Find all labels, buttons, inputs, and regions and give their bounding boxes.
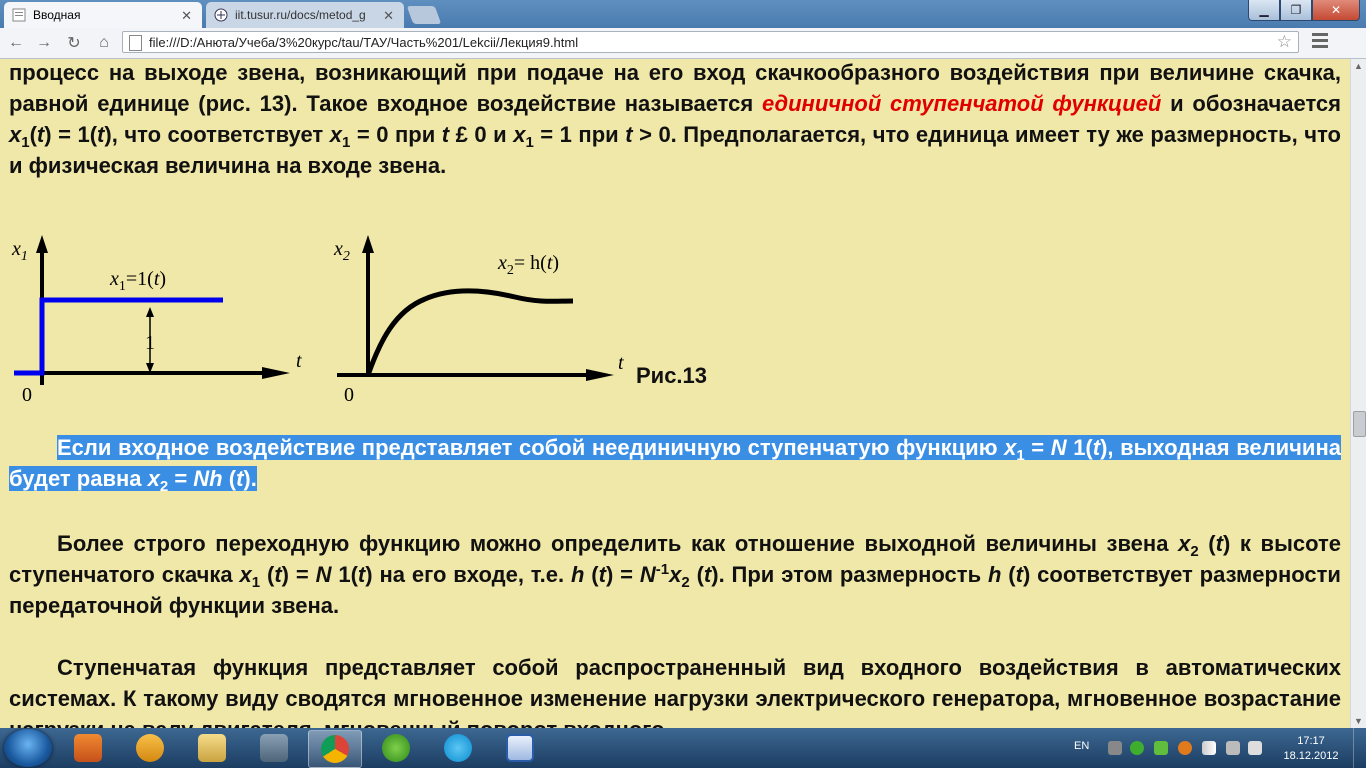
menu-icon[interactable] — [1312, 33, 1328, 51]
figure-13: x1 x1=1(t) 1 0 t x2 x2= h(t) 0 t Рис.13 — [11, 235, 707, 406]
window-controls: ▁ ❐ ✕ — [1248, 0, 1360, 21]
close-tab-icon[interactable]: ✕ — [181, 8, 192, 24]
taskbar-utorrent[interactable] — [370, 730, 422, 766]
tab-label: Вводная — [33, 8, 81, 22]
tray-utorrent-icon[interactable] — [1130, 741, 1144, 755]
taskbar-chrome[interactable] — [308, 730, 362, 768]
network-icon[interactable] — [1202, 741, 1216, 755]
g2-x-arrow — [586, 369, 614, 381]
clock[interactable]: 17:17 18.12.2012 — [1276, 734, 1346, 764]
paragraph-intro: процесс на выходе звена, возникающий при… — [9, 60, 1341, 178]
utorrent-icon — [382, 734, 410, 762]
start-orb-icon[interactable] — [4, 729, 52, 767]
g1-y-arrow — [36, 235, 48, 253]
unit-step-line — [14, 297, 223, 376]
vlc-icon — [136, 734, 164, 762]
scroll-thumb[interactable] — [1353, 411, 1366, 437]
minimize-button[interactable]: ▁ — [1248, 0, 1280, 21]
address-bar[interactable]: file:///D:/Анюта/Учеба/3%20курс/tau/ТАУ/… — [122, 31, 1299, 53]
taskbar-media-player[interactable] — [62, 730, 114, 766]
browser-toolbar: ← → ↻ ⌂ file:///D:/Анюта/Учеба/3%20курс/… — [0, 28, 1366, 59]
taskbar-explorer[interactable] — [186, 730, 238, 766]
tab-inactive[interactable]: iit.tusur.ru/docs/metod_g ✕ — [206, 2, 404, 28]
g1-y-label: x1 — [11, 238, 28, 264]
media-player-icon — [74, 734, 102, 762]
window-title-bar: Вводная ✕ iit.tusur.ru/docs/metod_g ✕ ▁ … — [0, 0, 1366, 28]
figure-caption: Рис.13 — [636, 363, 707, 388]
scroll-up-icon[interactable]: ▲ — [1354, 61, 1363, 71]
show-desktop-button[interactable] — [1353, 728, 1366, 768]
chrome-icon — [321, 735, 349, 763]
g2-y-label: x2 — [333, 238, 350, 264]
paragraph-highlighted: Если входное воздействие представляет со… — [9, 432, 1341, 494]
tab-label: iit.tusur.ru/docs/metod_g — [235, 8, 366, 22]
g1-x-label: t — [296, 350, 302, 372]
paragraph-definition: Более строго переходную функцию можно оп… — [9, 531, 1341, 618]
g2-origin: 0 — [344, 384, 354, 406]
home-icon[interactable]: ⌂ — [92, 32, 116, 54]
windows-taskbar: EN 17:17 18.12.2012 — [0, 728, 1366, 768]
taskbar-skype[interactable] — [432, 730, 484, 766]
g2-formula: x2= h(t) — [497, 252, 559, 278]
g1-height-label: 1 — [145, 332, 155, 354]
back-icon[interactable]: ← — [4, 32, 28, 54]
url-text: file:///D:/Анюта/Учеба/3%20курс/tau/ТАУ/… — [149, 35, 579, 50]
volume-icon[interactable] — [1226, 741, 1240, 755]
taskbar-vlc[interactable] — [124, 730, 176, 766]
scroll-down-icon[interactable]: ▼ — [1354, 716, 1363, 726]
g2-x-label: t — [618, 352, 624, 374]
taskbar-word[interactable] — [494, 730, 546, 766]
chrome-tab-icon — [12, 8, 26, 22]
explorer-icon — [198, 734, 226, 762]
new-tab-button[interactable] — [406, 6, 442, 24]
g2-y-arrow — [362, 235, 374, 253]
tray-app-icon[interactable] — [1154, 741, 1168, 755]
m-app-icon — [260, 734, 288, 762]
transient-curve — [365, 288, 574, 376]
tab-active[interactable]: Вводная ✕ — [4, 2, 202, 28]
maximize-button[interactable]: ❐ — [1280, 0, 1312, 21]
page-icon — [129, 35, 142, 51]
action-center-icon[interactable] — [1248, 741, 1262, 755]
g1-formula: x1=1(t) — [109, 268, 166, 294]
vertical-scrollbar[interactable]: ▲ ▼ — [1350, 59, 1366, 728]
paragraph-step-function: Ступенчатая функция представляет собой р… — [9, 655, 1341, 728]
g1-x-arrow — [262, 367, 290, 379]
close-window-button[interactable]: ✕ — [1312, 0, 1360, 21]
term-unit-step: единичной ступенчатой функцией — [762, 91, 1162, 116]
language-indicator[interactable]: EN — [1074, 740, 1089, 752]
selected-text: Если входное воздействие представляет со… — [9, 435, 1341, 495]
star-icon[interactable]: ☆ — [1277, 32, 1292, 52]
reload-icon[interactable]: ↻ — [62, 32, 86, 54]
close-tab-icon[interactable]: ✕ — [383, 8, 394, 24]
taskbar-m-app[interactable] — [248, 730, 300, 766]
forward-icon[interactable]: → — [32, 32, 56, 54]
g1-origin: 0 — [22, 384, 32, 406]
tray-arrow-icon[interactable] — [1108, 741, 1122, 755]
skype-icon — [444, 734, 472, 762]
tray-app2-icon[interactable] — [1178, 741, 1192, 755]
system-tray: EN 17:17 18.12.2012 — [1068, 728, 1366, 768]
word-icon — [506, 734, 534, 762]
page-content: процесс на выходе звена, возникающий при… — [0, 59, 1350, 728]
site-tab-icon — [214, 8, 228, 22]
